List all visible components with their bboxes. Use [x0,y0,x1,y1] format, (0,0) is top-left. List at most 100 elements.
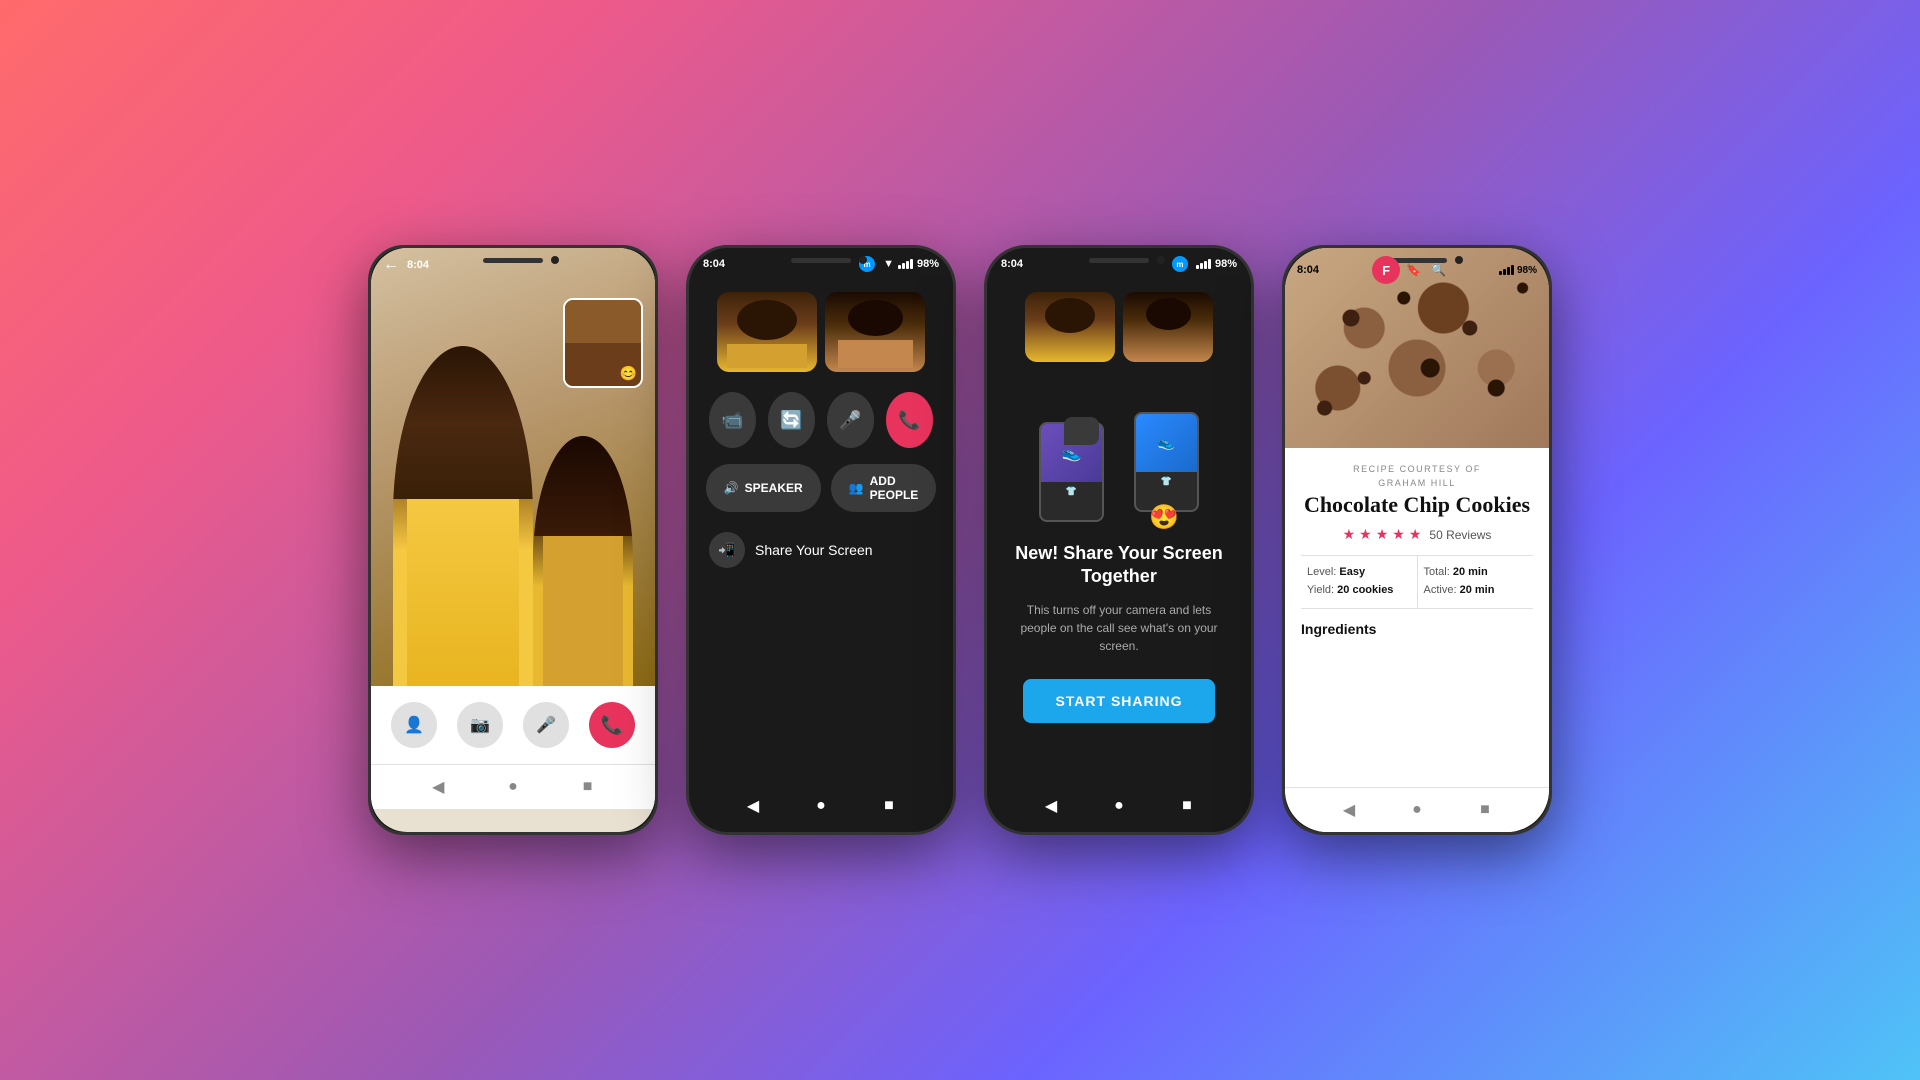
phone1-nav: ◀ ● ■ [371,764,655,809]
star-4: ★ [1392,526,1405,543]
person-right [533,436,633,686]
phone3-speaker [1089,258,1149,263]
reviews-count: 50 Reviews [1429,528,1491,542]
recipe-app-status-bar: 8:04 F 🔖 🔍 [1285,248,1549,292]
phone3-signal [1196,259,1211,269]
phone3-time: 8:04 [1001,258,1023,270]
speaker-button[interactable]: 🔊 SPEAKER [706,464,821,512]
phone3-thumb-2 [1123,292,1213,362]
add-people-label: ADD PEOPLE [870,474,919,502]
camera-flip-button[interactable]: 🔄 [768,392,815,448]
phone2-nav: ◀ ● ■ [689,780,953,832]
phones-container: 😊 ← 8:04 👤 📷 🎤 [328,205,1592,875]
mute-button[interactable]: 🎤 [827,392,874,448]
feature-title: New! Share Your Screen Together [1007,542,1231,589]
total-label: Total: [1424,566,1450,578]
recipe-meta: Level: Easy Yield: 20 cookies Total: 20 … [1301,555,1533,608]
recipe-rating: ★ ★ ★ ★ ★ 50 Reviews [1301,526,1533,543]
phone3-battery: 98% [1215,258,1237,270]
phone2-home-nav[interactable]: ● [809,794,833,818]
recipe-content: RECIPE COURTESY OF GRAHAM HILL Chocolate… [1285,448,1549,653]
video-toggle-button[interactable]: 📹 [709,392,756,448]
share-screen-icon: 📲 [709,532,745,568]
phone3-status-icons: m 98% [1172,256,1237,272]
active-label: Active: [1424,584,1457,596]
phone4-home-nav[interactable]: ● [1405,798,1429,822]
phone4-signal [1499,265,1514,275]
recents-nav-icon[interactable]: ■ [576,775,600,799]
back-arrow-icon[interactable]: ← [383,256,399,274]
phone1-status-bar: ← 8:04 [371,248,655,282]
flip-camera-button[interactable]: 📷 [457,702,503,748]
active-value: 20 min [1460,584,1495,596]
yield-value: 20 cookies [1337,584,1393,596]
call-thumbnails [689,276,953,382]
phone3-home-nav[interactable]: ● [1107,794,1131,818]
start-sharing-button[interactable]: START SHARING [1023,679,1215,723]
signal-bars [898,259,913,269]
add-people-button[interactable]: 👥 ADD PEOPLE [831,464,937,512]
phone-2: 8:04 m ▼ 98% [686,245,956,835]
end-call-button[interactable]: 📞 [589,702,635,748]
total-value: 20 min [1453,566,1488,578]
phone3-thumb-1 [1025,292,1115,362]
share-screen-row[interactable]: 📲 Share Your Screen [689,518,953,582]
home-nav-icon[interactable]: ● [501,775,525,799]
phone3-screen: 8:04 m 98% [987,248,1251,832]
active-row: Active: 20 min [1424,582,1528,600]
person-left [393,346,533,686]
ingredients-heading: Ingredients [1301,621,1533,637]
phone2-back-nav[interactable]: ◀ [741,794,765,818]
phone1-screen: 😊 ← 8:04 👤 📷 🎤 [371,248,655,832]
speaker-label: SPEAKER [745,481,803,495]
screen-share-graphic: 👟 👕 👟 👕 😍 [1039,412,1199,532]
level-row: Level: Easy [1307,564,1411,582]
level-value: Easy [1339,566,1365,578]
mic-button[interactable]: 🎤 [523,702,569,748]
call-buttons-row: 📹 🔄 🎤 📞 [689,382,953,458]
star-1: ★ [1343,526,1356,543]
recipe-header-icons: 🔖 🔍 [1406,263,1446,277]
phone2-recents-nav[interactable]: ■ [877,794,901,818]
phone3-messenger-icon: m [1172,256,1188,272]
feature-illustration: 👟 👕 👟 👕 😍 New! Share Your Screen Togethe… [987,372,1251,743]
phone2-camera [859,256,867,264]
search-icon[interactable]: 🔍 [1431,263,1446,277]
speaker-icon: 🔊 [724,481,739,495]
recipe-title: Chocolate Chip Cookies [1301,492,1533,518]
star-2: ★ [1359,526,1372,543]
share-screen-label: Share Your Screen [755,542,873,558]
recipe-author: GRAHAM HILL [1301,478,1533,488]
phone1-controls: 👤 📷 🎤 📞 [371,686,655,764]
video-main-people: 😊 ← 8:04 [371,248,655,686]
phone4-back-nav[interactable]: ◀ [1337,798,1361,822]
bookmark-icon[interactable]: 🔖 [1406,263,1421,277]
back-nav-icon[interactable]: ◀ [426,775,450,799]
reaction-emoji-graphic: 😍 [1149,503,1179,532]
phone2-speaker [791,258,851,263]
phone3-camera [1157,256,1165,264]
phone-1: 😊 ← 8:04 👤 📷 🎤 [368,245,658,835]
screen-content-right: 👟 [1136,414,1197,472]
phone4-time: 8:04 [1297,264,1319,276]
phone1-time: 8:04 [407,259,429,271]
recipe-courtesy-label: RECIPE COURTESY OF [1301,464,1533,474]
phone3-nav: ◀ ● ■ [987,780,1251,832]
phone4-recents-nav[interactable]: ■ [1473,798,1497,822]
phone-right-graphic: 👟 👕 [1134,412,1199,512]
phone2-status-icons: m ▼ 98% [859,256,939,272]
add-person-button[interactable]: 👤 [391,702,437,748]
caller-thumbnail-1 [717,292,817,372]
phone3-recents-nav[interactable]: ■ [1175,794,1199,818]
phone3-back-nav[interactable]: ◀ [1039,794,1063,818]
caller-thumbnail-2 [825,292,925,372]
phone-4: 8:04 F 🔖 🔍 [1282,245,1552,835]
phone3-thumbnails [987,276,1251,372]
star-half: ★ [1409,526,1422,543]
add-people-icon: 👥 [849,481,864,495]
video-call-area: 😊 ← 8:04 [371,248,655,686]
yield-row: Yield: 20 cookies [1307,582,1411,600]
chat-bubble-graphic [1064,417,1099,445]
end-call-button-2[interactable]: 📞 [886,392,933,448]
phone2-screen: 8:04 m ▼ 98% [689,248,953,832]
